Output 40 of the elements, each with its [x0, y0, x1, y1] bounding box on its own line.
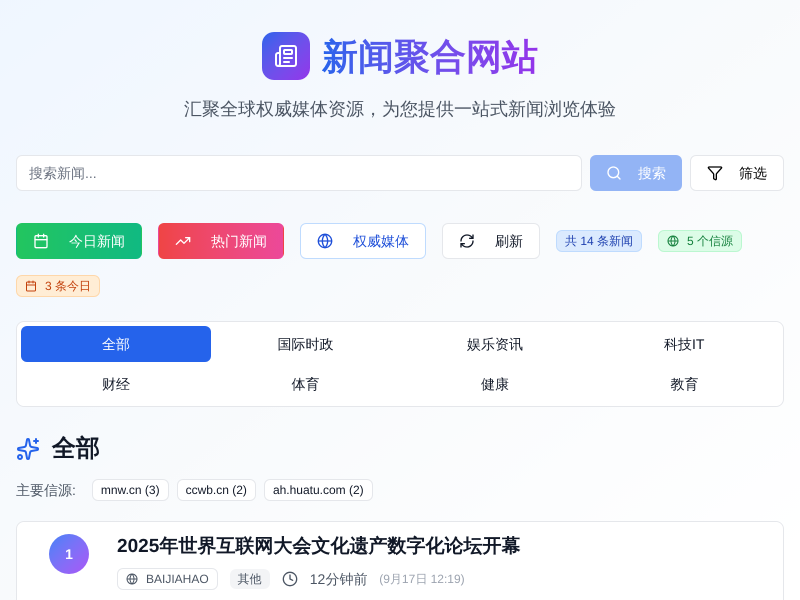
category-tab[interactable]: 财经	[21, 366, 210, 402]
stat-badge: 3 条今日	[16, 275, 100, 297]
category-tab[interactable]: 教育	[590, 366, 779, 402]
stat-badge: 共 14 条新闻	[556, 230, 642, 252]
article-card[interactable]: 1 2025年世界互联网大会文化遗产数字化论坛开幕 BAIJIAHAO 其他 12分钟前 (9月17日 12:19)	[16, 521, 784, 600]
filter-icon	[707, 165, 723, 181]
category-tab[interactable]: 娱乐资讯	[400, 326, 590, 362]
source-tag: ccwb.cn (2)	[176, 479, 256, 501]
source-tag: ah.huatu.com (2)	[264, 479, 373, 501]
category-tab[interactable]: 健康	[400, 366, 590, 402]
category-badge: 其他	[230, 569, 270, 589]
category-tab[interactable]: 全部	[21, 326, 210, 362]
source-tag: mnw.cn (3)	[92, 479, 169, 501]
category-tab[interactable]: 国际时政	[210, 326, 400, 362]
globe-icon	[667, 235, 680, 247]
section-title: 全部	[52, 434, 100, 464]
newspaper-logo-icon	[262, 32, 310, 80]
action-button[interactable]: 热门新闻	[158, 223, 284, 259]
search-icon	[606, 165, 622, 181]
category-tab[interactable]: 体育	[210, 366, 400, 402]
calendar-icon	[25, 280, 37, 292]
category-tab[interactable]: 科技IT	[590, 326, 779, 362]
globe-icon	[317, 233, 333, 249]
search-field[interactable]: 搜索新闻...	[16, 155, 582, 191]
refresh-icon	[459, 233, 475, 249]
globe-icon	[126, 573, 138, 585]
rank-badge: 1	[49, 534, 89, 574]
calendar-icon	[33, 233, 49, 249]
sources-label: 主要信源:	[16, 481, 76, 500]
article-title[interactable]: 2025年世界互联网大会文化遗产数字化论坛开幕	[117, 534, 520, 560]
source-badge: BAIJIAHAO	[117, 568, 218, 590]
filter-button[interactable]: 筛选	[690, 155, 784, 191]
clock-icon	[282, 571, 298, 587]
action-button[interactable]: 刷新	[442, 223, 540, 259]
article-date: (9月17日 12:19)	[379, 571, 465, 587]
article-time: 12分钟前	[310, 570, 368, 589]
site-subtitle: 汇聚全球权威媒体资源，为您提供一站式新闻浏览体验	[184, 98, 616, 121]
action-button[interactable]: 权威媒体	[300, 223, 426, 259]
sparkles-icon	[16, 437, 40, 461]
stat-badge: 5 个信源	[658, 230, 742, 252]
